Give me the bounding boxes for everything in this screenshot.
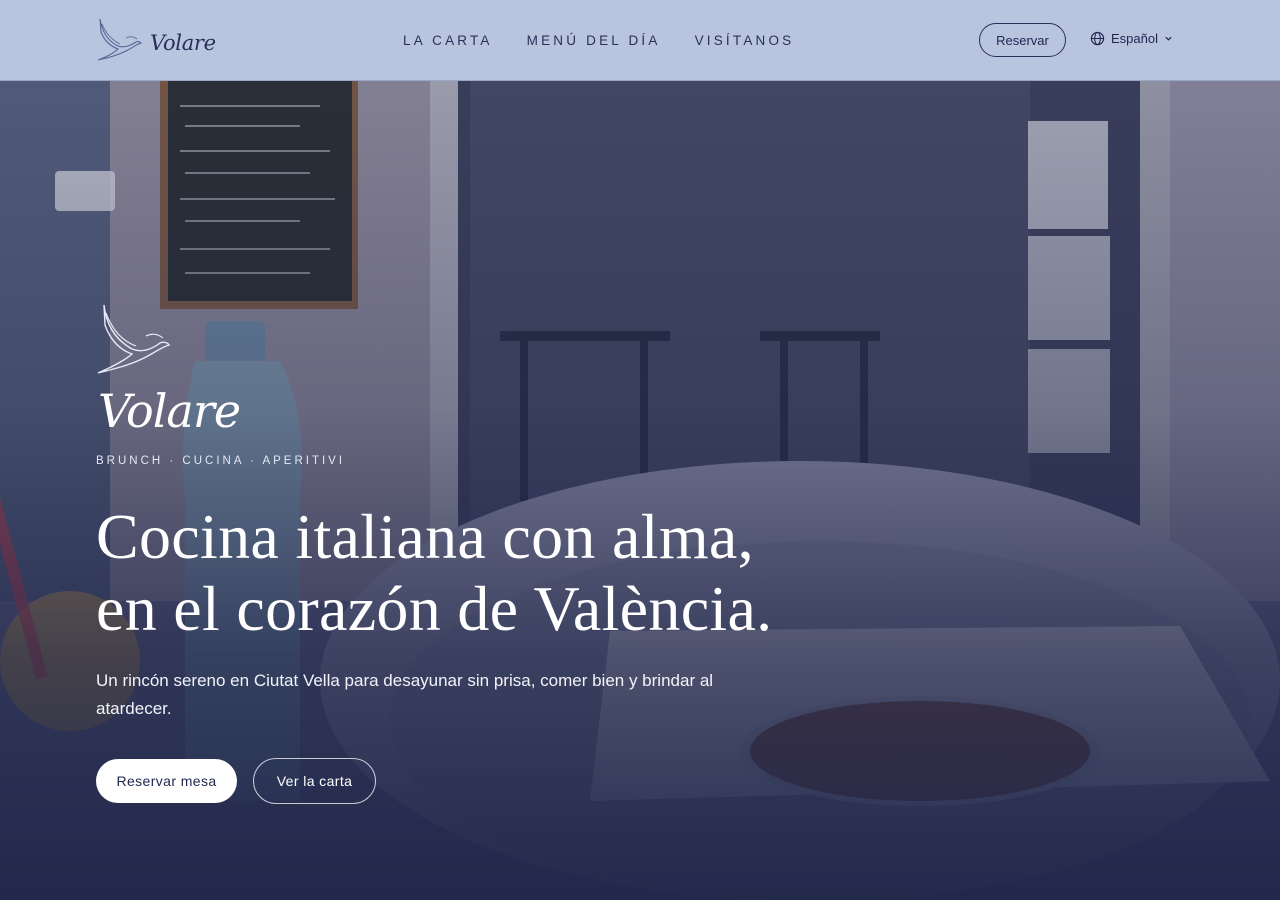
hero-lead: Un rincón sereno en Ciutat Vella para de… [96, 671, 714, 718]
view-menu-button[interactable]: Ver la carta [253, 758, 376, 804]
hero-brand-name: Volare [98, 384, 241, 438]
site-header: Volare La Carta Menú del día Visítanos R… [0, 0, 1280, 81]
main-nav: La Carta Menú del día Visítanos [403, 33, 794, 48]
language-label: Español [1111, 31, 1158, 46]
hero-headline-line-1: Cocina italiana con alma, [96, 501, 754, 572]
reserve-button[interactable]: Reservar [979, 23, 1066, 57]
nav-item-la-carta[interactable]: La Carta [403, 33, 493, 48]
nav-item-visitanos[interactable]: Visítanos [695, 33, 795, 48]
nav-item-menu-del-dia[interactable]: Menú del día [527, 33, 661, 48]
language-selector[interactable]: Español [1090, 31, 1173, 46]
hero-headline: Cocina italiana con alma, en el corazón … [96, 501, 976, 645]
hero-section: Volare BRUNCH · CUCINA · APERITIVI Cocin… [0, 81, 1280, 900]
globe-icon [1090, 31, 1105, 46]
brand-name: Volare [150, 31, 216, 55]
hero-headline-line-2: en el corazón de València. [96, 573, 773, 644]
chevron-down-icon [1165, 36, 1172, 41]
reserve-table-button[interactable]: Reservar mesa [96, 759, 237, 803]
brand-logo-link[interactable]: Volare [96, 18, 216, 62]
swallow-logo-icon [97, 18, 142, 61]
swallow-logo-icon [97, 304, 170, 374]
hero-tagline: BRUNCH · CUCINA · APERITIVI [96, 455, 346, 467]
